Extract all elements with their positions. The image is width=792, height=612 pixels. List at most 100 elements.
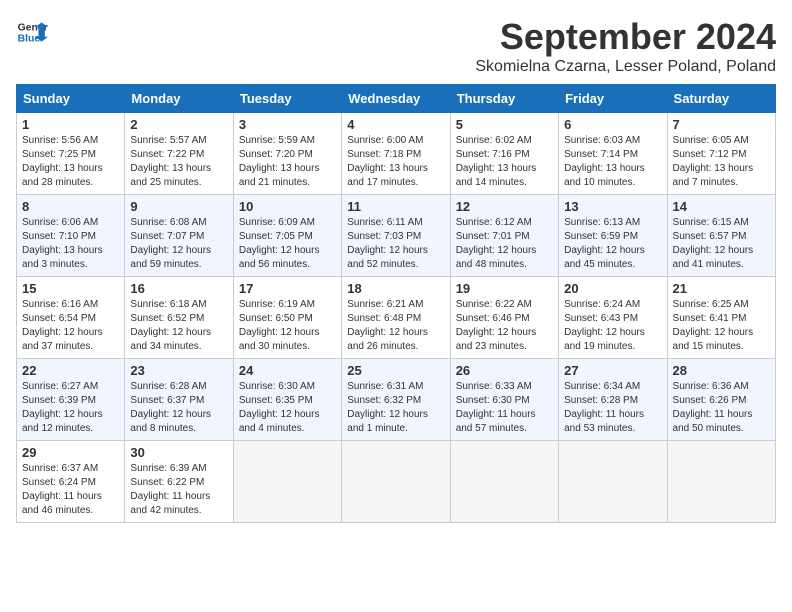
calendar-table: SundayMondayTuesdayWednesdayThursdayFrid… <box>16 84 776 523</box>
day-number: 15 <box>22 281 119 296</box>
day-number: 12 <box>456 199 553 214</box>
calendar-cell: 10 Sunrise: 6:09 AM Sunset: 7:05 PM Dayli… <box>233 195 341 277</box>
day-info: Sunrise: 6:30 AM Sunset: 6:35 PM Dayligh… <box>239 380 336 436</box>
calendar-subtitle: Skomielna Czarna, Lesser Poland, Poland <box>475 58 776 76</box>
day-number: 25 <box>347 363 444 378</box>
calendar-cell: 27Sunrise: 6:34 AM Sunset: 6:28 PM Dayli… <box>559 359 667 441</box>
calendar-cell <box>667 441 775 523</box>
day-info: Sunrise: 6:08 AM Sunset: 7:07 PM Dayligh… <box>130 216 227 272</box>
calendar-cell: 13 Sunrise: 6:13 AM Sunset: 6:59 PM Dayli… <box>559 195 667 277</box>
calendar-cell: 2 Sunrise: 5:57 AM Sunset: 7:22 PM Daylig… <box>125 113 233 195</box>
day-info: Sunrise: 5:56 AM Sunset: 7:25 PM Dayligh… <box>22 134 119 190</box>
calendar-cell: 12 Sunrise: 6:12 AM Sunset: 7:01 PM Dayli… <box>450 195 558 277</box>
day-number: 24 <box>239 363 336 378</box>
calendar-title: September 2024 <box>475 16 776 58</box>
calendar-cell: 4Sunrise: 6:00 AM Sunset: 7:18 PM Daylig… <box>342 113 450 195</box>
day-info: Sunrise: 6:03 AM Sunset: 7:14 PM Dayligh… <box>564 134 661 190</box>
calendar-cell: 26 Sunrise: 6:33 AM Sunset: 6:30 PM Dayli… <box>450 359 558 441</box>
day-info: Sunrise: 6:02 AM Sunset: 7:16 PM Dayligh… <box>456 134 553 190</box>
calendar-cell: 8Sunrise: 6:06 AM Sunset: 7:10 PM Daylig… <box>17 195 125 277</box>
calendar-cell: 7 Sunrise: 6:05 AM Sunset: 7:12 PM Daylig… <box>667 113 775 195</box>
day-number: 19 <box>456 281 553 296</box>
calendar-week-4: 22 Sunrise: 6:27 AM Sunset: 6:39 PM Dayli… <box>17 359 776 441</box>
day-info: Sunrise: 6:22 AM Sunset: 6:46 PM Dayligh… <box>456 298 553 354</box>
day-number: 27 <box>564 363 661 378</box>
day-info: Sunrise: 6:15 AM Sunset: 6:57 PM Dayligh… <box>673 216 770 272</box>
calendar-cell: 6Sunrise: 6:03 AM Sunset: 7:14 PM Daylig… <box>559 113 667 195</box>
day-number: 16 <box>130 281 227 296</box>
calendar-week-3: 15 Sunrise: 6:16 AM Sunset: 6:54 PM Dayli… <box>17 277 776 359</box>
day-info: Sunrise: 6:24 AM Sunset: 6:43 PM Dayligh… <box>564 298 661 354</box>
col-header-tuesday: Tuesday <box>233 85 341 113</box>
col-header-saturday: Saturday <box>667 85 775 113</box>
calendar-cell: 20 Sunrise: 6:24 AM Sunset: 6:43 PM Dayli… <box>559 277 667 359</box>
calendar-cell: 21Sunrise: 6:25 AM Sunset: 6:41 PM Dayli… <box>667 277 775 359</box>
col-header-wednesday: Wednesday <box>342 85 450 113</box>
calendar-cell: 18Sunrise: 6:21 AM Sunset: 6:48 PM Dayli… <box>342 277 450 359</box>
calendar-cell: 14 Sunrise: 6:15 AM Sunset: 6:57 PM Dayli… <box>667 195 775 277</box>
day-number: 3 <box>239 117 336 132</box>
day-info: Sunrise: 6:11 AM Sunset: 7:03 PM Dayligh… <box>347 216 444 272</box>
calendar-cell: 9 Sunrise: 6:08 AM Sunset: 7:07 PM Daylig… <box>125 195 233 277</box>
day-info: Sunrise: 6:27 AM Sunset: 6:39 PM Dayligh… <box>22 380 119 436</box>
day-info: Sunrise: 6:05 AM Sunset: 7:12 PM Dayligh… <box>673 134 770 190</box>
calendar-cell: 25 Sunrise: 6:31 AM Sunset: 6:32 PM Dayli… <box>342 359 450 441</box>
calendar-cell: 17 Sunrise: 6:19 AM Sunset: 6:50 PM Dayli… <box>233 277 341 359</box>
day-info: Sunrise: 6:33 AM Sunset: 6:30 PM Dayligh… <box>456 380 553 436</box>
day-number: 26 <box>456 363 553 378</box>
day-info: Sunrise: 6:13 AM Sunset: 6:59 PM Dayligh… <box>564 216 661 272</box>
day-number: 13 <box>564 199 661 214</box>
day-info: Sunrise: 6:18 AM Sunset: 6:52 PM Dayligh… <box>130 298 227 354</box>
day-info: Sunrise: 6:39 AM Sunset: 6:22 PM Dayligh… <box>130 462 227 518</box>
day-number: 10 <box>239 199 336 214</box>
calendar-cell: 5 Sunrise: 6:02 AM Sunset: 7:16 PM Daylig… <box>450 113 558 195</box>
calendar-cell: 11Sunrise: 6:11 AM Sunset: 7:03 PM Dayli… <box>342 195 450 277</box>
day-info: Sunrise: 6:00 AM Sunset: 7:18 PM Dayligh… <box>347 134 444 190</box>
calendar-cell: 1 Sunrise: 5:56 AM Sunset: 7:25 PM Daylig… <box>17 113 125 195</box>
day-number: 28 <box>673 363 770 378</box>
day-info: Sunrise: 6:19 AM Sunset: 6:50 PM Dayligh… <box>239 298 336 354</box>
day-info: Sunrise: 6:12 AM Sunset: 7:01 PM Dayligh… <box>456 216 553 272</box>
calendar-cell <box>559 441 667 523</box>
calendar-cell <box>450 441 558 523</box>
calendar-cell: 22 Sunrise: 6:27 AM Sunset: 6:39 PM Dayli… <box>17 359 125 441</box>
day-number: 5 <box>456 117 553 132</box>
day-number: 20 <box>564 281 661 296</box>
day-number: 22 <box>22 363 119 378</box>
day-info: Sunrise: 6:37 AM Sunset: 6:24 PM Dayligh… <box>22 462 119 518</box>
logo-icon: General Blue <box>16 16 48 48</box>
col-header-monday: Monday <box>125 85 233 113</box>
calendar-cell <box>233 441 341 523</box>
col-header-thursday: Thursday <box>450 85 558 113</box>
day-info: Sunrise: 6:09 AM Sunset: 7:05 PM Dayligh… <box>239 216 336 272</box>
calendar-cell: 15 Sunrise: 6:16 AM Sunset: 6:54 PM Dayli… <box>17 277 125 359</box>
day-number: 8 <box>22 199 119 214</box>
calendar-cell: 19 Sunrise: 6:22 AM Sunset: 6:46 PM Dayli… <box>450 277 558 359</box>
calendar-cell: 30 Sunrise: 6:39 AM Sunset: 6:22 PM Dayli… <box>125 441 233 523</box>
day-number: 2 <box>130 117 227 132</box>
calendar-cell: 29Sunrise: 6:37 AM Sunset: 6:24 PM Dayli… <box>17 441 125 523</box>
day-info: Sunrise: 6:28 AM Sunset: 6:37 PM Dayligh… <box>130 380 227 436</box>
day-number: 14 <box>673 199 770 214</box>
day-number: 9 <box>130 199 227 214</box>
svg-text:Blue: Blue <box>18 34 41 45</box>
calendar-cell: 16 Sunrise: 6:18 AM Sunset: 6:52 PM Dayli… <box>125 277 233 359</box>
calendar-week-2: 8Sunrise: 6:06 AM Sunset: 7:10 PM Daylig… <box>17 195 776 277</box>
day-info: Sunrise: 6:31 AM Sunset: 6:32 PM Dayligh… <box>347 380 444 436</box>
day-number: 23 <box>130 363 227 378</box>
day-info: Sunrise: 5:59 AM Sunset: 7:20 PM Dayligh… <box>239 134 336 190</box>
day-info: Sunrise: 6:21 AM Sunset: 6:48 PM Dayligh… <box>347 298 444 354</box>
day-number: 21 <box>673 281 770 296</box>
day-number: 17 <box>239 281 336 296</box>
day-number: 7 <box>673 117 770 132</box>
day-info: Sunrise: 6:16 AM Sunset: 6:54 PM Dayligh… <box>22 298 119 354</box>
day-number: 30 <box>130 445 227 460</box>
day-number: 1 <box>22 117 119 132</box>
col-header-friday: Friday <box>559 85 667 113</box>
calendar-header-row: SundayMondayTuesdayWednesdayThursdayFrid… <box>17 85 776 113</box>
col-header-sunday: Sunday <box>17 85 125 113</box>
logo: General Blue <box>16 16 48 48</box>
day-info: Sunrise: 5:57 AM Sunset: 7:22 PM Dayligh… <box>130 134 227 190</box>
calendar-cell: 3 Sunrise: 5:59 AM Sunset: 7:20 PM Daylig… <box>233 113 341 195</box>
header: General Blue September 2024 Skomielna Cz… <box>16 16 776 76</box>
